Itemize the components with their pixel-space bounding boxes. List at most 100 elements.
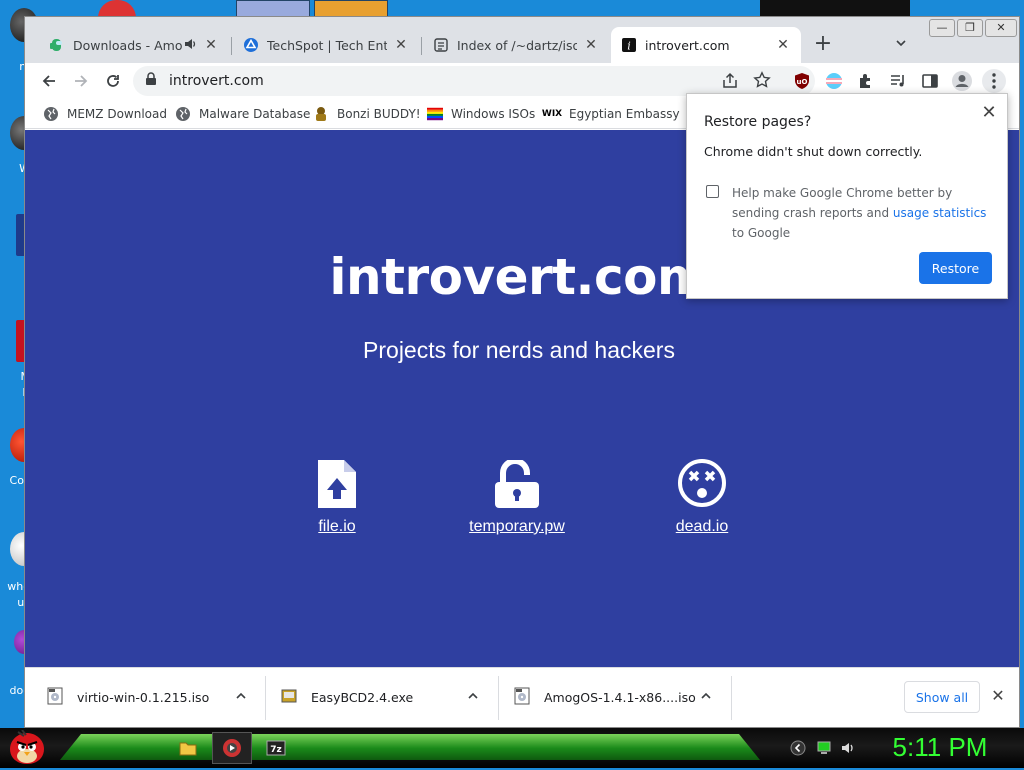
svg-text:i: i: [627, 40, 631, 53]
speaker-icon[interactable]: [183, 37, 197, 54]
tab-title: TechSpot | Tech Enthusi: [267, 37, 387, 53]
iso-file-icon: [47, 687, 63, 708]
bookmark-label: MEMZ Download: [67, 107, 167, 121]
bookmark-label: Windows ISOs: [451, 107, 536, 121]
download-filename: AmogOS-1.4.1-x86....iso: [544, 689, 696, 705]
tab-strip: Downloads - Amog ✕ TechSpot | Tech Enthu…: [25, 17, 1019, 63]
show-all-button[interactable]: Show all: [904, 681, 980, 713]
download-item[interactable]: AmogOS-1.4.1-x86....iso: [514, 676, 734, 718]
amogus-icon: [49, 37, 65, 53]
forward-button[interactable]: [69, 69, 93, 93]
dizzy-face-icon[interactable]: [622, 450, 782, 508]
address-bar[interactable]: introvert.com: [133, 66, 815, 96]
media-control-icon[interactable]: [886, 69, 910, 93]
tab-close-icon[interactable]: ✕: [775, 37, 791, 53]
globe-icon: [43, 106, 59, 122]
minimize-button[interactable]: —: [929, 19, 955, 37]
7zip-icon[interactable]: 7z: [258, 735, 294, 761]
wix-icon: WIX: [541, 109, 563, 119]
feature-dead-io: dead.io: [622, 450, 782, 536]
close-icon[interactable]: ✕: [979, 102, 999, 123]
crash-reports-checkbox[interactable]: [706, 185, 719, 198]
dead-io-link[interactable]: dead.io: [622, 518, 782, 536]
address-url: introvert.com: [169, 73, 264, 89]
tab-downloads-amogos[interactable]: Downloads - Amog ✕: [39, 27, 229, 63]
trans-flag-extension-icon[interactable]: [822, 69, 846, 93]
techspot-icon: [243, 37, 259, 53]
network-icon[interactable]: [816, 740, 832, 756]
restore-dialog-message: Chrome didn't shut down correctly.: [704, 144, 923, 159]
tab-index-of-isos[interactable]: Index of /~dartz/isos/ ✕: [423, 27, 609, 63]
side-panel-icon[interactable]: [918, 69, 942, 93]
folder-icon[interactable]: [170, 735, 206, 761]
close-window-button[interactable]: ✕: [985, 19, 1017, 37]
maximize-button[interactable]: ❐: [957, 19, 983, 37]
tab-title: Index of /~dartz/isos/: [457, 37, 577, 53]
tab-close-icon[interactable]: ✕: [393, 37, 409, 53]
bookmark-star-icon[interactable]: [753, 71, 771, 93]
download-separator: [265, 676, 266, 720]
svg-text:7z: 7z: [270, 745, 282, 755]
svg-text:uO: uO: [797, 78, 808, 86]
crash-reports-label: Help make Google Chrome better by sendin…: [732, 183, 992, 243]
tab-title: introvert.com: [645, 37, 730, 53]
taskbar: 7z 5:11 PM: [0, 728, 1024, 768]
feature-file-io: file.io: [257, 450, 417, 536]
new-tab-button[interactable]: +: [811, 33, 835, 57]
share-icon[interactable]: [721, 72, 739, 94]
globe-icon: [175, 106, 191, 122]
download-item[interactable]: virtio-win-0.1.215.iso: [47, 676, 269, 718]
file-io-link[interactable]: file.io: [257, 518, 417, 536]
reload-button[interactable]: [101, 69, 125, 93]
usage-statistics-link[interactable]: usage statistics: [893, 206, 987, 220]
bookmark-windows-isos[interactable]: Windows ISOs: [427, 104, 535, 124]
download-filename: EasyBCD2.4.exe: [311, 689, 414, 705]
chevron-up-icon[interactable]: [235, 690, 247, 705]
feature-temporary-pw: temporary.pw: [437, 450, 597, 536]
taskbar-clock[interactable]: 5:11 PM: [880, 732, 1000, 763]
bookmark-label: Egyptian Embassy: [569, 107, 680, 121]
chevron-up-icon[interactable]: [700, 690, 712, 705]
tab-search-chevron-icon[interactable]: [891, 35, 911, 55]
site-tagline: Projects for nerds and hackers: [363, 337, 675, 363]
start-button[interactable]: [6, 729, 48, 766]
tab-separator: [231, 37, 232, 55]
bookmark-label: Malware Database: [199, 107, 311, 121]
download-item[interactable]: EasyBCD2.4.exe: [281, 676, 501, 718]
folder-index-icon: [433, 37, 449, 53]
unlock-icon[interactable]: [437, 450, 597, 508]
bookmark-memz[interactable]: MEMZ Download: [43, 104, 167, 124]
restore-button[interactable]: Restore: [919, 252, 992, 284]
download-filename: virtio-win-0.1.215.iso: [77, 689, 210, 705]
lock-icon[interactable]: [145, 72, 157, 90]
rainbow-flag-icon: [427, 106, 443, 122]
ublock-extension-icon[interactable]: uO: [790, 69, 814, 93]
file-upload-icon[interactable]: [257, 450, 417, 508]
restore-dialog-title: Restore pages?: [704, 114, 812, 130]
extensions-puzzle-icon[interactable]: [854, 69, 878, 93]
bookmark-egyptian-embassy[interactable]: WIX Egyptian Embassy: [541, 104, 680, 124]
chrome-window: Downloads - Amog ✕ TechSpot | Tech Enthu…: [24, 16, 1020, 728]
taskbar-band: [60, 734, 760, 760]
bookmark-bonzi-buddy[interactable]: Bonzi BUDDY!: [313, 104, 421, 124]
back-button[interactable]: [37, 69, 61, 93]
volume-icon[interactable]: [840, 740, 856, 756]
tab-close-icon[interactable]: ✕: [203, 37, 219, 53]
download-separator: [731, 676, 732, 720]
download-separator: [498, 676, 499, 720]
menu-kebab-icon[interactable]: [982, 69, 1006, 93]
media-app-icon[interactable]: [212, 732, 252, 764]
tab-separator: [421, 37, 422, 55]
tab-techspot[interactable]: TechSpot | Tech Enthusi ✕: [233, 27, 419, 63]
temporary-pw-link[interactable]: temporary.pw: [437, 518, 597, 536]
chevron-up-icon[interactable]: [467, 690, 479, 705]
tab-close-icon[interactable]: ✕: [583, 37, 599, 53]
back-icon[interactable]: [790, 740, 806, 756]
tab-introvert[interactable]: i introvert.com ✕: [611, 27, 801, 63]
bookmark-malware-database[interactable]: Malware Database: [175, 104, 310, 124]
info-icon: i: [621, 37, 637, 53]
close-icon[interactable]: ✕: [988, 686, 1008, 705]
downloads-shelf: virtio-win-0.1.215.iso EasyBCD2.4.exe Am…: [25, 667, 1019, 727]
bonzi-icon: [313, 106, 329, 122]
profile-avatar-icon[interactable]: [950, 69, 974, 93]
